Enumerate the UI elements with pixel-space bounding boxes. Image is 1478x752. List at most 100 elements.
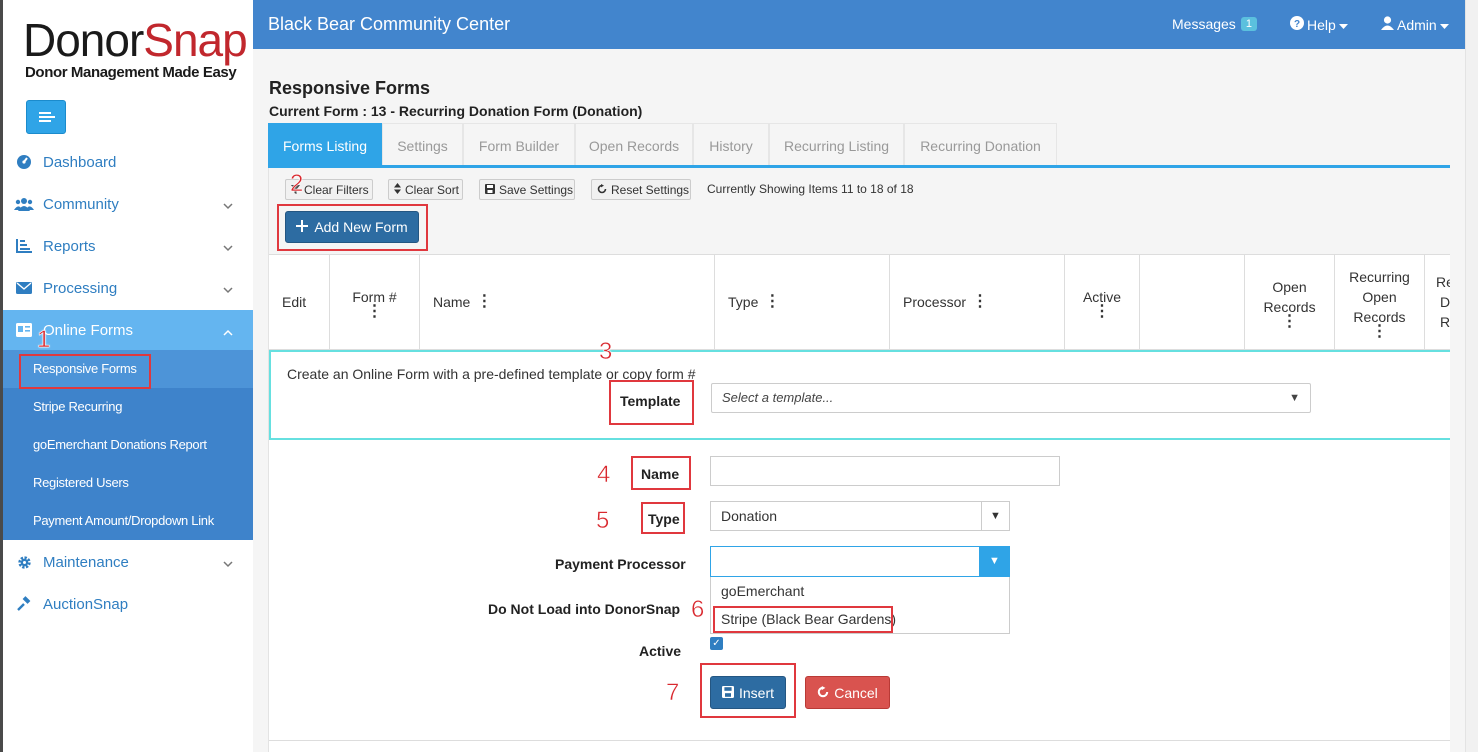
tab-open-records[interactable]: Open Records — [575, 123, 693, 167]
payment-processor-select[interactable]: ▼ — [710, 546, 1010, 577]
column-menu-icon[interactable]: ⋮ — [1372, 324, 1388, 340]
annotation-number-4: 4 — [597, 461, 611, 488]
annotation-number-3: 3 — [599, 338, 613, 365]
current-form-label: Current Form : 13 - Recurring Donation F… — [269, 103, 643, 119]
column-menu-icon[interactable]: ⋮ — [1282, 314, 1298, 330]
caret-down-icon: ▼ — [979, 546, 1010, 577]
processor-option-goemerchant[interactable]: goEmerchant — [721, 583, 804, 599]
admin-menu[interactable]: Admin — [1381, 16, 1449, 33]
logo-word-snap: Snap — [143, 14, 247, 66]
tab-forms-listing[interactable]: Forms Listing — [268, 123, 382, 167]
column-name[interactable]: Name ⋮ — [420, 254, 715, 350]
name-input[interactable] — [710, 456, 1060, 486]
sidebar-item-label: AuctionSnap — [43, 595, 129, 613]
template-select-value: Select a template... — [722, 390, 834, 405]
column-menu-icon[interactable]: ⋮ — [764, 294, 780, 310]
sidebar-item-dashboard[interactable]: Dashboard — [3, 141, 253, 183]
name-label: Name — [641, 466, 680, 482]
column-recurring-open-records[interactable]: Recurring Open Records ⋮ — [1335, 254, 1425, 350]
active-checkbox[interactable]: ✓ — [710, 637, 723, 650]
sidebar-subitem-payment-amount-link[interactable]: Payment Amount/Dropdown Link — [3, 502, 253, 540]
column-label: Processor — [903, 294, 967, 310]
chevron-down-icon — [223, 555, 233, 572]
sidebar-subitem-goemerchant-report[interactable]: goEmerchant Donations Report — [3, 426, 253, 464]
chart-icon — [14, 239, 34, 253]
add-new-form-label: Add New Form — [314, 219, 408, 235]
caret-down-icon — [1439, 17, 1449, 33]
plus-icon — [296, 219, 309, 235]
column-type[interactable]: Type ⋮ — [715, 254, 890, 350]
column-menu-icon[interactable]: ⋮ — [367, 304, 383, 320]
help-menu[interactable]: ? Help — [1290, 16, 1348, 33]
caret-down-icon: ▼ — [1289, 392, 1300, 404]
logo[interactable]: DonorSnap — [23, 14, 248, 66]
column-label: Edit — [282, 294, 307, 310]
column-menu-icon[interactable]: ⋮ — [972, 294, 988, 310]
top-header: Black Bear Community Center Messages 1 ? … — [253, 0, 1465, 49]
tab-history[interactable]: History — [693, 123, 769, 167]
column-recurring-donation[interactable]: Re D R — [1425, 254, 1450, 350]
sidebar: DonorSnap Donor Management Made Easy Das… — [0, 0, 253, 752]
annotation-number-7: 7 — [666, 679, 680, 706]
annotation-number-5: 5 — [596, 507, 610, 534]
column-label: Re D R — [1436, 274, 1450, 330]
sidebar-subitem-registered-users[interactable]: Registered Users — [3, 464, 253, 502]
annotation-number-2: 2 — [290, 170, 304, 197]
clear-sort-button[interactable]: Clear Sort — [388, 179, 463, 200]
column-open-records[interactable]: Open Records ⋮ — [1245, 254, 1335, 350]
save-icon — [721, 685, 734, 701]
cancel-button[interactable]: Cancel — [805, 676, 890, 709]
insert-button[interactable]: Insert — [710, 676, 786, 709]
sidebar-subitem-responsive-forms[interactable]: Responsive Forms — [3, 350, 253, 388]
svg-text:?: ? — [1294, 19, 1300, 30]
page-scrollbar[interactable] — [1465, 0, 1478, 752]
sidebar-item-auctionsnap[interactable]: AuctionSnap — [3, 583, 253, 625]
menu-toggle-button[interactable] — [26, 100, 66, 134]
chevron-up-icon — [223, 324, 233, 341]
column-label: Name — [433, 294, 471, 310]
column-processor[interactable]: Processor ⋮ — [890, 254, 1065, 350]
column-form-number[interactable]: Form # ⋮ — [330, 254, 420, 350]
column-label: Recurring Open Records — [1349, 269, 1410, 325]
dashboard-icon — [14, 154, 34, 170]
column-menu-icon[interactable]: ⋮ — [476, 294, 492, 310]
sidebar-item-processing[interactable]: Processing — [3, 267, 253, 309]
messages-label: Messages — [1172, 16, 1236, 32]
column-active[interactable]: Active ⋮ — [1065, 254, 1140, 350]
type-select[interactable]: Donation ▼ — [710, 501, 1010, 531]
reset-settings-label: Reset Settings — [611, 182, 690, 197]
template-select[interactable]: Select a template... ▼ — [711, 383, 1311, 413]
tab-recurring-donation[interactable]: Recurring Donation — [904, 123, 1057, 167]
save-settings-button[interactable]: Save Settings — [479, 179, 575, 200]
column-edit: Edit — [269, 254, 330, 350]
sidebar-item-community[interactable]: Community — [3, 183, 253, 225]
sidebar-item-reports[interactable]: Reports — [3, 225, 253, 267]
messages-badge: 1 — [1240, 17, 1257, 31]
check-icon: ✓ — [712, 638, 721, 649]
add-new-form-button[interactable]: Add New Form — [285, 211, 419, 243]
refresh-icon — [597, 183, 607, 197]
tab-form-builder[interactable]: Form Builder — [463, 123, 575, 167]
envelope-icon — [14, 282, 34, 294]
column-label: Type — [728, 294, 759, 310]
save-settings-label: Save Settings — [499, 182, 574, 197]
page-title: Responsive Forms — [269, 78, 431, 98]
payment-processor-label: Payment Processor — [555, 556, 686, 572]
messages-link[interactable]: Messages 1 — [1172, 16, 1257, 32]
question-icon: ? — [1290, 16, 1304, 33]
caret-down-icon: ▼ — [981, 502, 1009, 530]
processor-option-stripe[interactable]: Stripe (Black Bear Gardens) — [721, 611, 896, 627]
users-icon — [14, 197, 34, 211]
reset-settings-button[interactable]: Reset Settings — [591, 179, 691, 200]
cancel-label: Cancel — [834, 684, 878, 701]
save-icon — [485, 183, 495, 197]
tab-recurring-listing[interactable]: Recurring Listing — [769, 123, 904, 167]
sidebar-item-maintenance[interactable]: Maintenance — [3, 541, 253, 583]
tab-settings[interactable]: Settings — [382, 123, 463, 167]
gavel-icon — [14, 596, 34, 612]
active-label: Active — [639, 643, 682, 659]
sidebar-subitem-stripe-recurring[interactable]: Stripe Recurring — [3, 388, 253, 426]
column-menu-icon[interactable]: ⋮ — [1094, 304, 1110, 320]
payment-processor-dropdown: goEmerchant Stripe (Black Bear Gardens) — [710, 577, 1010, 634]
sort-icon — [394, 182, 401, 197]
